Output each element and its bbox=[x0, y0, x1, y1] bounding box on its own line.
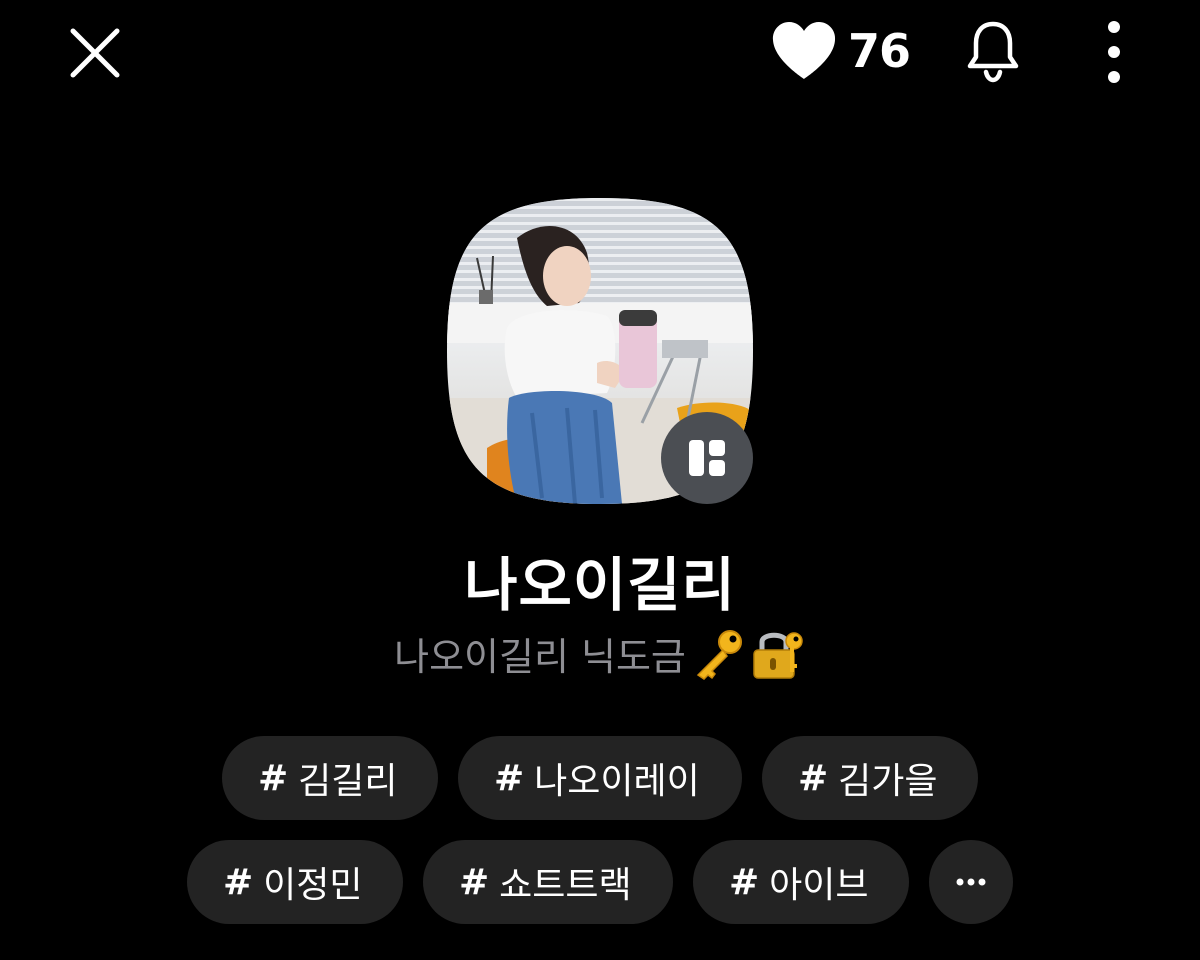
hashtag-label: 나오이레이 bbox=[534, 761, 700, 802]
top-bar: 76 bbox=[0, 0, 1200, 110]
hash-symbol: # bbox=[494, 757, 525, 799]
heart-icon bbox=[772, 22, 836, 79]
profile-avatar-container bbox=[447, 198, 753, 504]
more-options-button[interactable] bbox=[1092, 14, 1136, 90]
hashtag-label: 김길리 bbox=[298, 761, 398, 802]
hashtag-label: 쇼트트랙 bbox=[499, 865, 632, 906]
close-button[interactable] bbox=[64, 22, 126, 84]
notification-button[interactable] bbox=[960, 16, 1026, 86]
hashtag-chip[interactable]: # 김가을 bbox=[762, 736, 978, 820]
more-tags-button[interactable] bbox=[929, 840, 1013, 924]
hashtag-label: 이정민 bbox=[263, 865, 363, 906]
hashtag-label: 김가을 bbox=[838, 761, 938, 802]
hash-symbol: # bbox=[258, 757, 289, 799]
more-vertical-icon bbox=[1108, 21, 1120, 83]
profile-status-message: 나오이길리 닉도금 bbox=[0, 626, 1200, 681]
hash-symbol: # bbox=[223, 861, 254, 903]
hashtag-label: 아이브 bbox=[769, 865, 869, 906]
hash-symbol: # bbox=[729, 861, 760, 903]
hash-symbol: # bbox=[459, 861, 490, 903]
gallery-badge-button[interactable] bbox=[661, 412, 753, 504]
hashtag-chip[interactable]: # 이정민 bbox=[187, 840, 403, 924]
hashtag-row-2: # 이정민 # 쇼트트랙 # 아이브 bbox=[0, 840, 1200, 924]
bell-icon bbox=[967, 21, 1019, 83]
hashtag-chip[interactable]: # 김길리 bbox=[222, 736, 438, 820]
close-icon bbox=[70, 28, 120, 78]
locked-with-key-emoji-icon bbox=[750, 628, 806, 680]
key-emoji-icon bbox=[690, 628, 746, 680]
gallery-grid-icon bbox=[689, 440, 725, 476]
hashtag-chip[interactable]: # 나오이레이 bbox=[458, 736, 742, 820]
hashtag-chip[interactable]: # 쇼트트랙 bbox=[423, 840, 673, 924]
more-horizontal-icon bbox=[956, 878, 986, 886]
hashtag-row-1: # 김길리 # 나오이레이 # 김가을 bbox=[0, 736, 1200, 820]
hashtag-chip[interactable]: # 아이브 bbox=[693, 840, 909, 924]
like-button[interactable]: 76 bbox=[770, 18, 911, 84]
status-text: 나오이길리 닉도금 bbox=[394, 635, 686, 679]
like-count: 76 bbox=[848, 24, 911, 78]
profile-name: 나오이길리 bbox=[464, 551, 736, 619]
hash-symbol: # bbox=[798, 757, 829, 799]
